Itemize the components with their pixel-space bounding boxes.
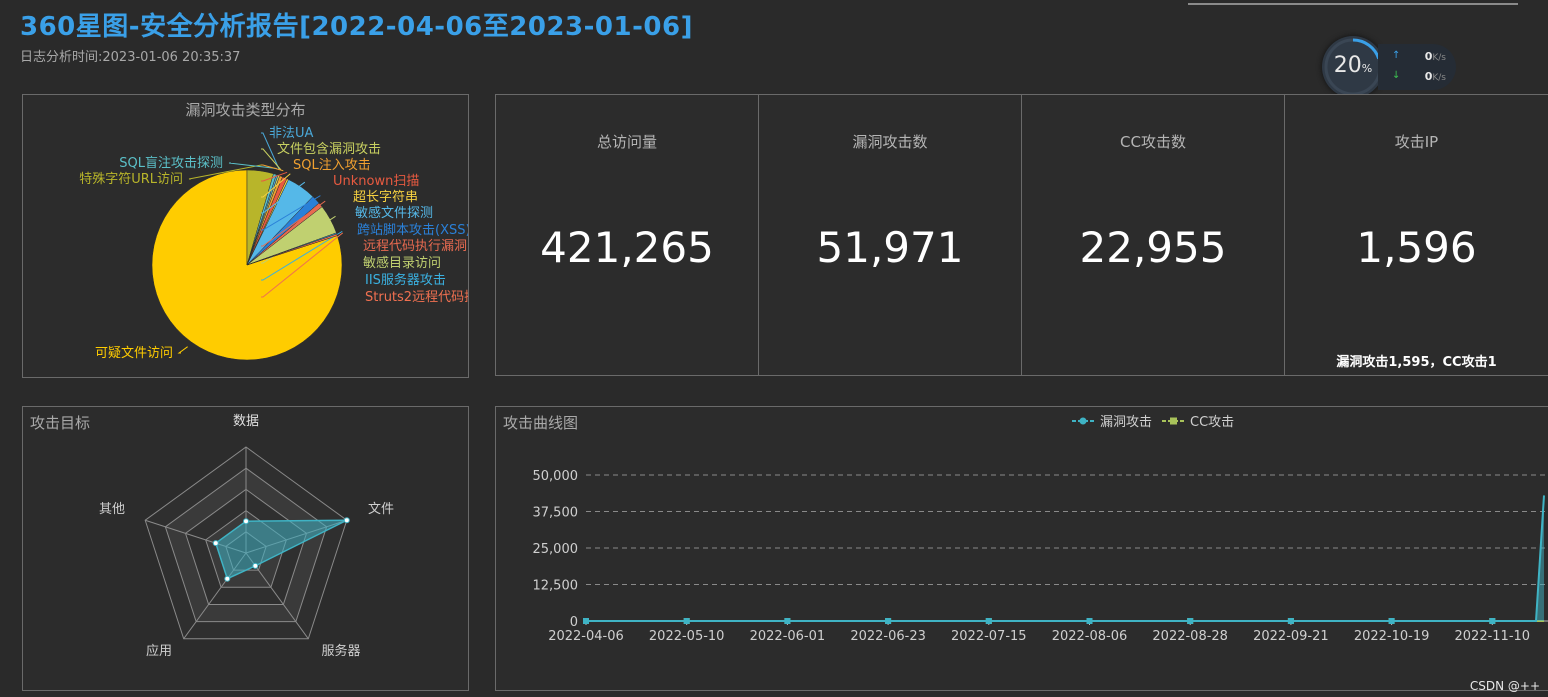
radar-indicator-label: 服务器	[321, 643, 360, 659]
legend-swatch-marker	[1079, 417, 1087, 425]
pie-label: 敏感文件探测	[355, 205, 433, 221]
x-tick-label: 2022-07-15	[951, 629, 1027, 644]
x-tick-label: 2022-08-28	[1152, 629, 1228, 644]
line-chart: 漏洞攻击 CC攻击 0 12,500 25,000 37,500 50,000 2022-04…	[533, 414, 1548, 644]
y-tick-label: 37,500	[533, 506, 579, 521]
series-point	[583, 618, 589, 624]
series-line	[586, 495, 1545, 622]
pie-label: SQL注入攻击	[293, 158, 371, 173]
x-tick-label: 2022-11-10	[1455, 629, 1531, 644]
stats-panel: 总访问量 421,265 漏洞攻击数 51,971 CC攻击数 22,955 攻…	[495, 94, 1548, 376]
radar-point	[243, 518, 249, 525]
pie-label: 跨站脚本攻击(XSS)	[357, 222, 468, 238]
page-title: 360星图-安全分析报告[2022-04-06至2023-01-06]	[20, 12, 693, 42]
x-tick-label: 2022-04-06	[548, 629, 624, 644]
arrow-up-icon: ↑	[1392, 50, 1401, 61]
radar-point	[212, 540, 219, 547]
stat-note: 漏洞攻击1,595，CC攻击1	[1336, 355, 1497, 370]
pie-label: 远程代码执行漏洞	[363, 238, 467, 254]
x-tick-label: 2022-10-19	[1354, 629, 1430, 644]
pie-label: Struts2远程代码执行	[365, 290, 468, 305]
pie-chart: 可疑文件访问特殊字符URL访问SQL盲注攻击探测 非法UA文件包含漏洞攻击SQL注…	[79, 126, 468, 361]
radar-chart: 数据文件服务器 应用 其他	[99, 414, 394, 659]
y-tick-label: 50,000	[533, 469, 579, 484]
pie-label: SQL盲注攻击探测	[119, 155, 223, 171]
radar-indicator-label: 数据	[233, 414, 259, 429]
radar-point	[224, 575, 231, 582]
radar-indicator-label: 其他	[99, 502, 125, 517]
series-area	[586, 495, 1544, 621]
series-point	[885, 618, 892, 624]
arrow-down-icon: ↓	[1392, 70, 1401, 81]
stat-label: 漏洞攻击数	[852, 133, 928, 151]
x-tick-label: 2022-08-06	[1052, 629, 1128, 644]
series-point	[1187, 618, 1194, 624]
series-point	[1388, 618, 1395, 624]
x-tick-label: 2022-06-01	[750, 629, 826, 644]
window-top-edge	[1188, 0, 1518, 5]
pie-label-line	[177, 346, 188, 354]
y-tick-label: 25,000	[533, 542, 579, 557]
attack-target-radar-panel: 攻击目标 数据 文件 服务器 应用 其他	[22, 406, 469, 691]
series-point	[784, 618, 791, 624]
x-tick-label: 2022-06-23	[850, 629, 926, 644]
pie-label-line	[228, 162, 277, 169]
series-point	[683, 618, 690, 624]
stat-total-visits: 总访问量 421,265	[496, 95, 759, 375]
download-speed-row: ↓ 0K/s	[1392, 70, 1446, 83]
series-point	[1287, 618, 1294, 624]
radar-point	[252, 562, 259, 569]
pie-label: 敏感目录访问	[363, 255, 441, 271]
network-speeds: ↑ 0K/s ↓ 0K/s	[1378, 44, 1456, 90]
stat-value: 22,955	[1079, 223, 1227, 272]
x-tick-label: 2022-05-10	[649, 629, 725, 644]
stat-attack-ip: 攻击IP 1,596 漏洞攻击1,595，CC攻击1	[1285, 95, 1548, 375]
legend-label: 漏洞攻击	[1100, 414, 1152, 430]
pie-label-line	[261, 164, 284, 172]
legend-swatch-marker	[1170, 417, 1177, 425]
pie-label: Unknown扫描	[333, 174, 419, 189]
attack-curve-panel: 攻击曲线图 漏洞攻击 CC攻击 0 12,500 25,000 37,500 50,000 2…	[495, 406, 1548, 691]
stat-value: 51,971	[816, 223, 964, 272]
pie-label: 非法UA	[269, 126, 314, 141]
pie-label: 特殊字符URL访问	[79, 171, 183, 187]
legend-label: CC攻击	[1190, 415, 1234, 430]
vuln-type-pie-panel: 漏洞攻击类型分布 可疑文件访问 特殊字符URL访问 SQL盲注攻击探测 非法UA 文件包…	[22, 94, 469, 378]
chart-legend: 漏洞攻击 CC攻击	[1072, 414, 1234, 430]
y-tick-label: 12,500	[533, 579, 579, 594]
cpu-usage-percent: 20%	[1333, 53, 1373, 78]
stat-vuln-attacks: 漏洞攻击数 51,971	[759, 95, 1022, 375]
series-point	[985, 618, 992, 624]
stat-label: 攻击IP	[1394, 133, 1439, 151]
radar-indicator-label: 应用	[146, 643, 172, 659]
pie-label: 可疑文件访问	[95, 345, 173, 361]
pie-label: IIS服务器攻击	[365, 272, 446, 288]
stat-label: 总访问量	[596, 133, 657, 151]
stat-label: CC攻击数	[1120, 133, 1186, 151]
series-point	[1086, 618, 1093, 624]
stat-cc-attacks: CC攻击数 22,955	[1022, 95, 1285, 375]
pie-label: 超长字符串	[353, 189, 418, 205]
stat-value: 1,596	[1356, 223, 1477, 272]
x-tick-label: 2022-09-21	[1253, 629, 1329, 644]
upload-speed-row: ↑ 0K/s	[1392, 50, 1446, 63]
analysis-time: 日志分析时间:2023-01-06 20:35:37	[20, 50, 241, 65]
radar-indicator-label: 文件	[368, 502, 394, 517]
series-point	[1489, 618, 1496, 624]
pie-label: 文件包含漏洞攻击	[277, 141, 381, 157]
stat-value: 421,265	[540, 223, 714, 272]
network-monitor-widget[interactable]: 20% ↑ 0K/s ↓ 0K/s	[1322, 36, 1458, 98]
watermark: CSDN @++	[1469, 679, 1540, 693]
radar-point	[343, 517, 350, 524]
y-tick-label: 0	[570, 615, 578, 630]
